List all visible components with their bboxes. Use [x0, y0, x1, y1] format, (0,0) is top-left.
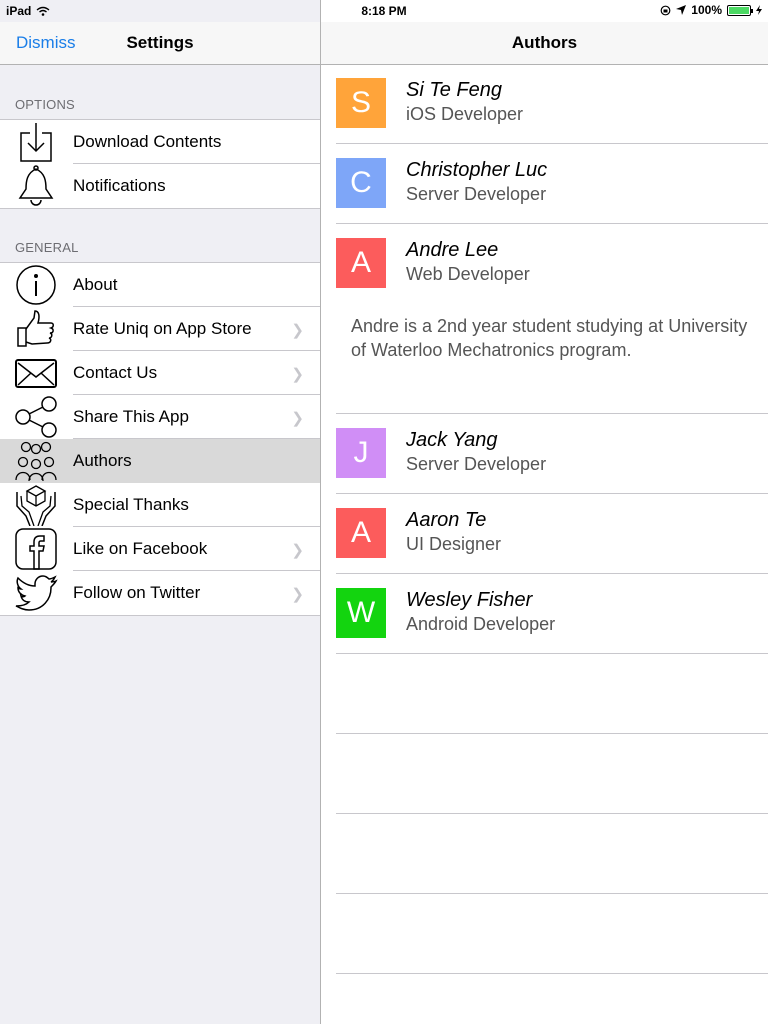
row-label: Contact Us	[73, 363, 158, 382]
row-like-facebook[interactable]: Like on Facebook ❯	[0, 527, 320, 571]
share-icon	[15, 396, 57, 438]
chevron-right-icon: ❯	[291, 586, 304, 603]
row-label: Like on Facebook	[73, 539, 208, 558]
settings-title: Settings	[126, 33, 194, 52]
row-follow-twitter[interactable]: Follow on Twitter ❯	[0, 571, 320, 615]
row-label: Share This App	[73, 407, 189, 426]
options-group: Download Contents Notifications	[0, 119, 320, 209]
chevron-right-icon: ❯	[291, 366, 304, 383]
row-special-thanks[interactable]: Special Thanks	[0, 483, 320, 527]
row-label: About	[73, 275, 118, 294]
row-download-contents[interactable]: Download Contents	[0, 120, 320, 164]
authors-title: Authors	[511, 33, 578, 52]
author-row[interactable]: A Aaron Te UI Designer	[336, 494, 768, 574]
row-about[interactable]: About	[0, 263, 320, 307]
twitter-icon	[15, 575, 58, 611]
chevron-right-icon: ❯	[291, 542, 304, 559]
status-bar: iPad 8:18 PM 100%	[0, 0, 768, 22]
empty-row-separator	[336, 813, 768, 814]
empty-row-separator	[336, 733, 768, 734]
chevron-right-icon: ❯	[291, 410, 304, 427]
author-row[interactable]: J Jack Yang Server Developer	[336, 414, 768, 494]
author-avatar: J	[336, 428, 386, 478]
row-label: Rate Uniq on App Store	[73, 319, 252, 338]
author-bio: Andre is a 2nd year student studying at …	[351, 316, 748, 360]
authors-pane: Authors S Si Te Feng iOS Developer C Chr…	[321, 0, 768, 1024]
thumbs-up-icon	[17, 310, 54, 347]
info-icon	[16, 265, 56, 305]
author-avatar: S	[336, 78, 386, 128]
general-group: About Rate Uniq on App Store ❯ Contact U…	[0, 262, 320, 616]
envelope-icon	[15, 359, 57, 388]
settings-navbar: Dismiss Settings	[0, 22, 320, 65]
author-name: Aaron Te	[406, 509, 487, 531]
row-label: Follow on Twitter	[73, 583, 201, 602]
general-section-header: GENERAL	[15, 240, 79, 255]
author-avatar: A	[336, 508, 386, 558]
author-row[interactable]: W Wesley Fisher Android Developer	[336, 574, 768, 654]
author-avatar: C	[336, 158, 386, 208]
author-role: Web Developer	[406, 264, 530, 284]
location-arrow-icon	[676, 5, 687, 15]
gift-hands-icon	[16, 485, 56, 526]
author-role: UI Designer	[406, 534, 502, 554]
download-icon	[20, 123, 52, 162]
row-rate-app[interactable]: Rate Uniq on App Store ❯	[0, 307, 320, 351]
author-name: Si Te Feng	[406, 79, 502, 101]
author-row-expanded[interactable]: A Andre Lee Web Developer Andre is a 2nd…	[336, 224, 768, 414]
bell-icon	[18, 165, 54, 206]
author-name: Wesley Fisher	[406, 589, 533, 611]
status-time: 8:18 PM	[361, 4, 407, 18]
row-contact-us[interactable]: Contact Us ❯	[0, 351, 320, 395]
author-avatar: W	[336, 588, 386, 638]
author-role: Server Developer	[406, 184, 547, 204]
author-name: Christopher Luc	[406, 159, 548, 181]
facebook-icon	[15, 528, 57, 570]
author-name: Andre Lee	[406, 239, 499, 261]
empty-row-separator	[336, 973, 768, 974]
battery-percent: 100%	[691, 3, 722, 17]
row-label: Special Thanks	[73, 495, 189, 514]
row-label: Notifications	[73, 176, 166, 195]
row-authors[interactable]: Authors	[0, 439, 320, 483]
row-label: Download Contents	[73, 132, 222, 151]
row-share-app[interactable]: Share This App ❯	[0, 395, 320, 439]
rotation-lock-icon	[660, 5, 671, 15]
authors-navbar: Authors	[321, 22, 768, 65]
author-role: iOS Developer	[406, 104, 524, 124]
charging-bolt-icon	[756, 5, 762, 15]
options-section-header: OPTIONS	[15, 97, 75, 112]
author-role: Android Developer	[406, 614, 556, 634]
author-row[interactable]: C Christopher Luc Server Developer	[336, 144, 768, 224]
author-role: Server Developer	[406, 454, 547, 474]
empty-row-separator	[336, 893, 768, 894]
settings-pane: Dismiss Settings OPTIONS Download Conten…	[0, 0, 321, 1024]
battery-icon	[727, 4, 753, 16]
author-name: Jack Yang	[406, 429, 498, 451]
chevron-right-icon: ❯	[291, 322, 304, 339]
row-label: Authors	[73, 451, 132, 470]
people-icon	[15, 441, 57, 482]
author-avatar: A	[336, 238, 386, 288]
row-notifications[interactable]: Notifications	[0, 164, 320, 208]
author-row[interactable]: S Si Te Feng iOS Developer	[336, 64, 768, 144]
